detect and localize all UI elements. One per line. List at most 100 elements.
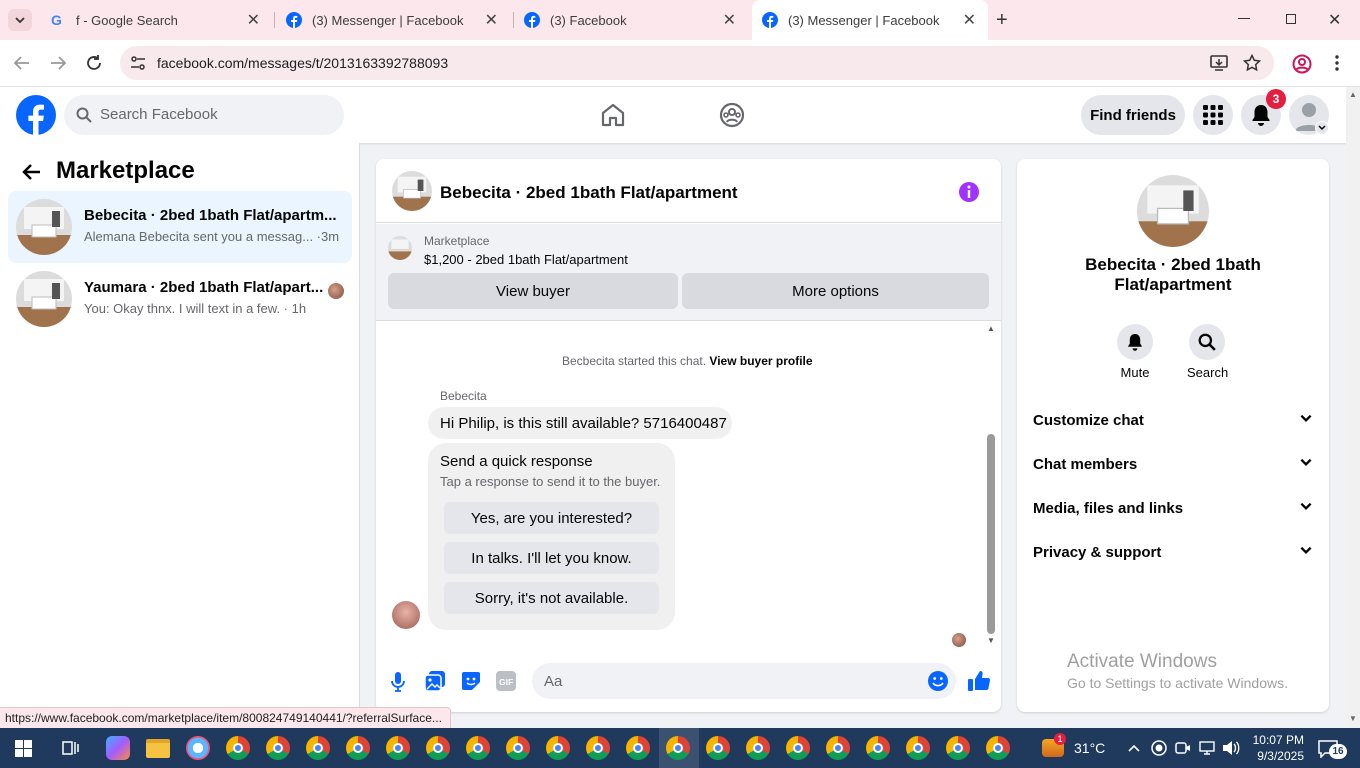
tab-messenger-1[interactable]: (3) Messenger | Facebook ✕ [276, 6, 508, 34]
mute-button[interactable]: Mute [1117, 324, 1153, 380]
microphone-icon[interactable] [391, 672, 405, 692]
more-options-button[interactable]: More options [682, 273, 989, 309]
section-customize-chat[interactable]: Customize chat [1033, 405, 1313, 435]
install-app-icon[interactable] [1210, 55, 1228, 71]
chrome-icon[interactable] [306, 736, 330, 760]
snipping-tool-icon[interactable] [186, 736, 210, 760]
windows-start-icon[interactable] [15, 740, 32, 757]
page-scrollbar[interactable] [1346, 87, 1360, 728]
chrome-icon[interactable] [786, 736, 810, 760]
tab-facebook[interactable]: (3) Facebook ✕ [514, 6, 746, 34]
gif-icon[interactable]: GIF [496, 671, 516, 691]
chrome-icon[interactable] [826, 736, 850, 760]
window-close-button[interactable]: ✕ [1328, 10, 1341, 30]
profile-icon[interactable] [1292, 54, 1312, 74]
emoji-icon[interactable] [928, 671, 948, 691]
copilot-icon[interactable] [106, 736, 130, 760]
clock[interactable]: 10:07 PM 9/3/2025 [1248, 732, 1304, 764]
chrome-icon[interactable] [746, 736, 770, 760]
chrome-icon[interactable] [346, 736, 370, 760]
like-thumb-icon[interactable] [968, 670, 990, 692]
chrome-icon[interactable] [586, 736, 610, 760]
record-icon[interactable] [1151, 740, 1167, 756]
new-tab-button[interactable]: + [996, 9, 1008, 32]
chrome-icon[interactable] [266, 736, 290, 760]
chrome-icon[interactable] [226, 736, 250, 760]
scroll-down-arrow[interactable]: ▼ [987, 636, 995, 645]
facebook-logo-icon[interactable] [16, 95, 56, 135]
minimize-button[interactable] [1238, 18, 1250, 19]
view-buyer-button[interactable]: View buyer [388, 273, 678, 309]
search-in-chat-button[interactable]: Search [1187, 324, 1228, 380]
sender-avatar[interactable] [392, 601, 420, 629]
chat-scroll-thumb[interactable] [987, 434, 995, 634]
chrome-icon[interactable] [706, 736, 730, 760]
listing-title[interactable]: $1,200 - 2bed 1bath Flat/apartment [424, 252, 628, 267]
section-privacy-support[interactable]: Privacy & support [1033, 537, 1313, 567]
groups-icon[interactable] [719, 102, 745, 128]
scroll-up-arrow[interactable]: ▲ [1349, 90, 1357, 99]
quick-response-button[interactable]: Yes, are you interested? [444, 502, 659, 534]
weather-widget[interactable]: 1 31°C [1042, 733, 1105, 760]
chrome-icon[interactable] [866, 736, 890, 760]
photo-icon[interactable] [425, 671, 445, 691]
quick-response-button[interactable]: In talks. I'll let you know. [444, 542, 659, 574]
chat-title[interactable]: Bebecita · 2bed 1bath Flat/apartment [440, 183, 738, 203]
maximize-button[interactable] [1286, 14, 1296, 24]
chrome-icon[interactable] [986, 736, 1010, 760]
facebook-search[interactable]: Search Facebook [64, 95, 344, 135]
close-icon[interactable]: ✕ [485, 10, 498, 30]
network-icon[interactable] [1199, 741, 1215, 755]
account-chevron[interactable] [1315, 121, 1329, 135]
section-media-files-links[interactable]: Media, files and links [1033, 493, 1313, 523]
url-box[interactable]: facebook.com/messages/t/2013163392788093 [120, 46, 1274, 80]
site-settings-icon[interactable] [130, 56, 146, 70]
menu-dots-icon[interactable] [1335, 55, 1339, 71]
close-icon[interactable]: ✕ [247, 10, 260, 30]
tab-messenger-active[interactable]: (3) Messenger | Facebook ✕ [752, 0, 988, 40]
close-icon[interactable]: ✕ [723, 10, 736, 30]
chrome-icon[interactable] [426, 736, 450, 760]
conversation-item[interactable]: Yaumara · 2bed 1bath Flat/apart... You: … [8, 263, 352, 335]
back-icon[interactable] [13, 55, 31, 71]
task-view-icon[interactable] [62, 739, 80, 757]
section-chat-members[interactable]: Chat members [1033, 449, 1313, 479]
close-icon[interactable]: ✕ [963, 10, 976, 30]
home-icon[interactable] [600, 102, 626, 128]
find-friends-button[interactable]: Find friends [1081, 95, 1185, 135]
view-buyer-profile-link[interactable]: View buyer profile [709, 354, 812, 368]
scroll-down-arrow[interactable]: ▼ [1349, 714, 1357, 723]
tab-google-search[interactable]: G f - Google Search ✕ [40, 6, 272, 34]
chrome-icon[interactable] [906, 736, 930, 760]
chrome-icon[interactable] [546, 736, 570, 760]
facebook-icon [762, 12, 778, 28]
chrome-icon[interactable] [946, 736, 970, 760]
quick-response-button[interactable]: Sorry, it's not available. [444, 582, 659, 614]
camera-icon[interactable] [1175, 741, 1191, 755]
sticker-icon[interactable] [461, 671, 481, 691]
file-explorer-icon[interactable] [146, 739, 170, 758]
scroll-up-arrow[interactable]: ▲ [987, 324, 995, 333]
reload-icon[interactable] [85, 54, 103, 72]
chrome-icon[interactable] [626, 736, 650, 760]
chrome-icon[interactable] [666, 736, 690, 760]
chat-avatar[interactable] [392, 171, 432, 211]
chat-scrollbar[interactable]: ▲ ▼ [986, 322, 996, 652]
chrome-icon[interactable] [506, 736, 530, 760]
forward-icon[interactable] [49, 55, 67, 71]
listing-avatar[interactable] [1137, 175, 1209, 247]
volume-icon[interactable] [1222, 740, 1240, 756]
chrome-icon[interactable] [386, 736, 410, 760]
bookmark-star-icon[interactable] [1243, 54, 1261, 72]
tab-search-button[interactable] [8, 9, 32, 31]
back-arrow-icon[interactable] [22, 163, 42, 181]
message-bubble[interactable]: Hi Philip, is this still available? 5716… [428, 407, 732, 439]
conversation-item[interactable]: Bebecita · 2bed 1bath Flat/apartm... Ale… [8, 191, 352, 263]
menu-button[interactable] [1193, 95, 1233, 135]
chrome-icon[interactable] [466, 736, 490, 760]
message-input[interactable]: Aa [532, 663, 956, 699]
info-icon[interactable] [958, 181, 980, 203]
chevron-up-icon[interactable] [1128, 743, 1140, 753]
composer: GIF Aa [376, 652, 1001, 712]
notification-center[interactable]: 16 [1318, 738, 1348, 760]
